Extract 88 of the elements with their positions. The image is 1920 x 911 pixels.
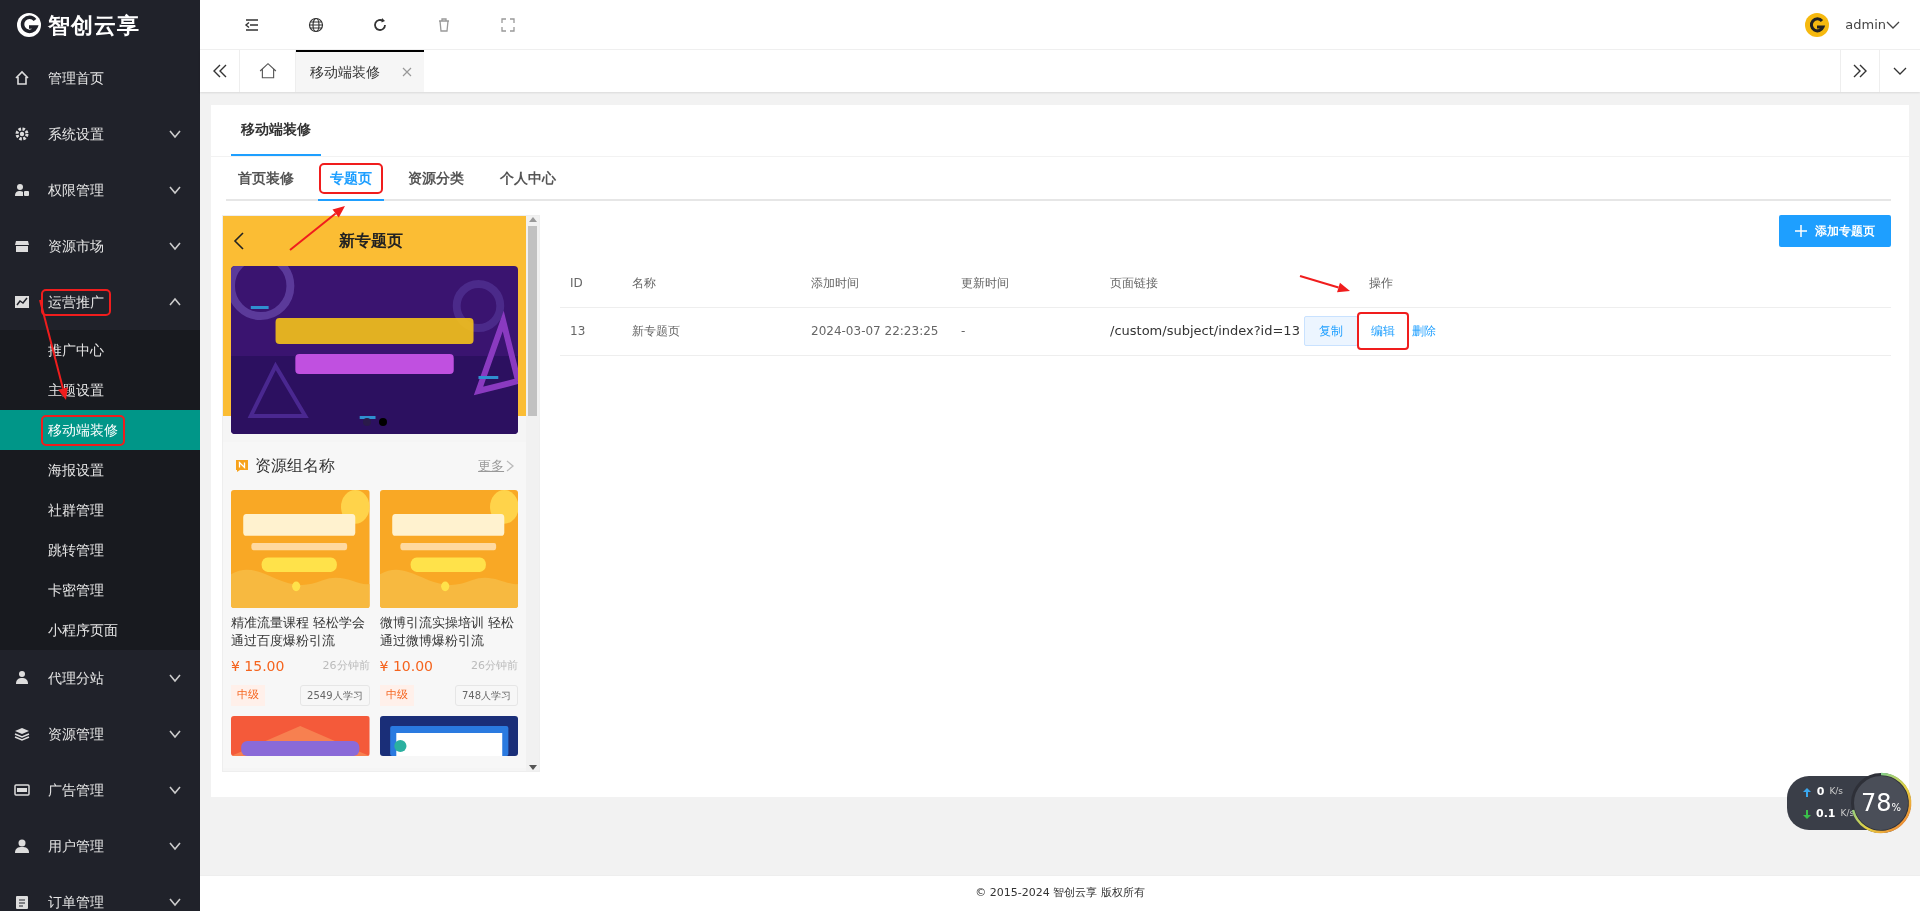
level-tag: 中级	[231, 685, 265, 706]
tab[interactable]: 资源分类	[396, 157, 476, 201]
tab[interactable]: 首页装修	[226, 157, 306, 201]
course-title[interactable]: 微博引流实操培训 轻松通过微博爆粉引流	[379, 614, 519, 650]
annotation-arrow	[1299, 275, 1350, 293]
back-icon[interactable]	[233, 232, 245, 250]
close-icon[interactable]	[402, 67, 412, 77]
column-header: ID	[560, 259, 622, 307]
layers-icon	[14, 726, 30, 742]
submenu-item[interactable]: 小程序页面	[0, 610, 200, 650]
table-cell: 新专题页	[622, 307, 801, 355]
copyright-text: © 2015-2024 智创云享 版权所有	[975, 885, 1145, 902]
submenu-item[interactable]: 卡密管理	[0, 570, 200, 610]
trash-icon[interactable]	[436, 16, 452, 33]
collapse-menu-icon[interactable]	[244, 16, 260, 33]
submenu-item[interactable]: 社群管理	[0, 490, 200, 530]
speed-value: 0	[1816, 783, 1825, 800]
column-header: 更新时间	[951, 259, 1100, 307]
upload-arrow-icon	[1803, 787, 1811, 797]
page-title: 新专题页	[337, 230, 404, 252]
course-title[interactable]: 精准流量课程 轻松学会通过百度爆粉引流	[231, 614, 370, 650]
table-cell: -	[951, 307, 1100, 355]
chevron-right-icon	[506, 460, 515, 472]
scroll-down-icon[interactable]	[528, 765, 537, 771]
home-icon[interactable]	[258, 62, 277, 80]
column-header: 名称	[622, 259, 801, 307]
plus-icon	[1795, 225, 1807, 237]
submenu-label: 移动端装修	[44, 417, 122, 443]
speed-unit: K/s	[1829, 785, 1843, 799]
page-tab[interactable]: 移动端装修	[296, 50, 424, 92]
scrollbar-thumb[interactable]	[528, 226, 538, 416]
menu-item[interactable]: 管理首页	[44, 67, 108, 89]
logo-text: 智创云享	[48, 11, 140, 40]
menu-item[interactable]: 订单管理	[44, 891, 108, 911]
ad-icon	[14, 782, 30, 798]
people-icon	[14, 670, 30, 686]
price: ¥ 10.00	[379, 657, 433, 676]
menu-item[interactable]: 广告管理	[44, 779, 108, 801]
menu-item[interactable]: 资源市场	[44, 235, 108, 257]
home-icon	[14, 70, 30, 86]
user-icon	[14, 838, 30, 854]
column-header: 操作	[1358, 259, 1891, 307]
scrollbar[interactable]	[526, 216, 539, 771]
badge-icon	[235, 459, 249, 473]
price: ¥ 15.00	[231, 657, 285, 676]
card-tab[interactable]: 移动端装修	[231, 105, 321, 156]
section-title: 资源组名称	[255, 455, 336, 477]
menu-item[interactable]: 代理分站	[44, 667, 108, 689]
logo-icon	[16, 12, 42, 38]
tab-label: 专题页	[322, 165, 380, 191]
submenu-label: 海报设置	[47, 460, 105, 480]
menu-item[interactable]: 用户管理	[44, 835, 108, 857]
submenu-label: 小程序页面	[47, 620, 119, 640]
carousel-dot[interactable]	[378, 418, 387, 426]
table-cell: 13	[560, 307, 622, 355]
menu-item[interactable]: 资源管理	[44, 723, 108, 745]
store-icon	[14, 238, 30, 254]
speed-value: 0.1	[1816, 805, 1836, 822]
column-header: 添加时间	[801, 259, 951, 307]
submenu-label: 卡密管理	[47, 580, 105, 600]
menu-item[interactable]: 权限管理	[44, 179, 108, 201]
person-lock-icon	[14, 182, 30, 198]
submenu-item[interactable]: 移动端装修	[0, 410, 200, 450]
submenu-label: 社群管理	[47, 500, 105, 520]
chart-icon	[14, 294, 30, 310]
learner-count: 748人学习	[455, 685, 519, 706]
submenu-label: 跳转管理	[47, 540, 105, 560]
avatar-icon	[1805, 12, 1830, 37]
double-left-icon[interactable]	[211, 63, 228, 79]
tab-label: 资源分类	[407, 168, 465, 188]
tab[interactable]: 个人中心	[488, 157, 568, 201]
submenu-item[interactable]: 跳转管理	[0, 530, 200, 570]
user-menu[interactable]: admin	[1845, 14, 1900, 35]
globe-icon[interactable]	[308, 16, 324, 33]
menu-item[interactable]: 运营推广	[44, 291, 108, 313]
speed-unit: K/s	[1840, 807, 1855, 821]
menu-item[interactable]: 系统设置	[44, 123, 108, 145]
carousel-dot[interactable]	[362, 418, 371, 426]
tab-label: 首页装修	[237, 168, 295, 188]
tab-label: 个人中心	[499, 168, 557, 188]
refresh-icon[interactable]	[372, 16, 388, 33]
settings-icon	[14, 126, 30, 142]
submenu-item[interactable]: 海报设置	[0, 450, 200, 490]
table-cell: 2024-03-07 22:23:25	[801, 307, 951, 355]
download-arrow-icon	[1803, 809, 1811, 819]
learner-count: 2549人学习	[300, 685, 370, 706]
level-tag: 中级	[379, 685, 414, 706]
double-right-icon[interactable]	[1852, 63, 1868, 79]
